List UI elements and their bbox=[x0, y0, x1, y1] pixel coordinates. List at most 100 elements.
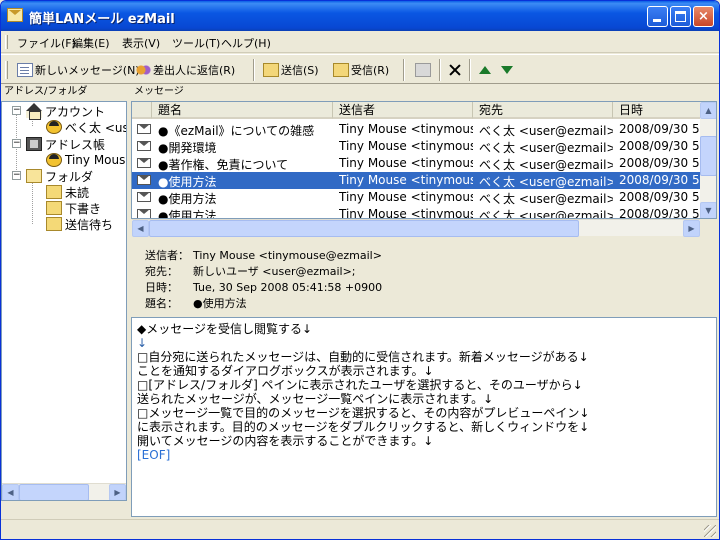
menu-help[interactable]: ヘルプ(H) bbox=[221, 35, 271, 51]
column-header-from[interactable]: 送信者 bbox=[333, 102, 473, 119]
tree-item-unread[interactable]: 未読 bbox=[46, 184, 89, 200]
tree-item-folders[interactable]: フォルダ bbox=[26, 168, 93, 184]
message-from: Tiny Mouse <tinymouse... bbox=[339, 156, 473, 170]
column-header-icon[interactable] bbox=[132, 102, 152, 119]
message-subject: ●開発環境 bbox=[158, 141, 217, 155]
menubar-grip[interactable] bbox=[5, 35, 8, 49]
body-line: □自分宛に送られたメッセージは、自動的に受信されます。新着メッセージがある↓ bbox=[137, 350, 589, 364]
message-body[interactable]: ◆メッセージを受信し閲覧する↓ ↓ □自分宛に送られたメッセージは、自動的に受信… bbox=[131, 317, 717, 517]
eof-marker: [EOF] bbox=[137, 448, 171, 462]
body-line: ↓ bbox=[137, 336, 148, 350]
message-row[interactable]: ●著作権、免責について Tiny Mouse <tinymouse... べく太… bbox=[132, 155, 700, 172]
receive-label: 受信(R) bbox=[351, 64, 390, 77]
copy-button[interactable] bbox=[415, 60, 433, 80]
body-line: □[アドレス/フォルダ] ペインに表示されたユーザを選択すると、そのユーザから↓ bbox=[137, 378, 583, 392]
move-up-button[interactable] bbox=[479, 60, 493, 80]
tree-item-outbox[interactable]: 送信待ち bbox=[46, 216, 113, 232]
tree-item-label: 下書き bbox=[65, 201, 102, 216]
menu-edit[interactable]: 編集(E) bbox=[72, 35, 110, 51]
message-to: べく太 <user@ezmail> bbox=[479, 141, 613, 155]
collapse-account-toggle[interactable]: − bbox=[12, 106, 21, 115]
collapse-address-book-toggle[interactable]: − bbox=[12, 139, 21, 148]
message-list-horizontal-scrollbar[interactable]: ◀ ▶ bbox=[132, 219, 700, 237]
status-bar bbox=[1, 519, 719, 539]
address-book-icon bbox=[26, 137, 42, 151]
tree-item-label: アカウント bbox=[45, 104, 106, 119]
toolbar-separator bbox=[439, 59, 441, 81]
message-from: Tiny Mouse <tinymouse... bbox=[339, 139, 473, 153]
message-subject: ●著作権、免責について bbox=[158, 158, 289, 172]
send-icon bbox=[263, 63, 279, 77]
tree-item-contact[interactable]: Tiny Mouse bbox=[46, 152, 126, 168]
message-subject: ●使用方法 bbox=[158, 175, 217, 189]
message-list-header: メッセージ bbox=[134, 86, 184, 97]
tree-item-account[interactable]: アカウント bbox=[26, 103, 106, 120]
new-message-icon bbox=[17, 63, 33, 77]
message-row[interactable]: ●開発環境 Tiny Mouse <tinymouse... べく太 <user… bbox=[132, 138, 700, 155]
folder-tree[interactable]: − アカウント べく太 <user − アドレス帳 Tiny Mouse − bbox=[1, 101, 127, 501]
message-list-vertical-scrollbar[interactable]: ▲ ▼ bbox=[700, 102, 716, 218]
body-line: 開いてメッセージの内容を表示することができます。↓ bbox=[137, 434, 434, 448]
scroll-right-icon[interactable]: ▶ bbox=[109, 484, 126, 500]
maximize-icon bbox=[675, 11, 686, 22]
title-bar[interactable]: 簡単LANメール ezMail × bbox=[1, 1, 719, 31]
minimize-button[interactable] bbox=[647, 6, 668, 27]
close-button[interactable]: × bbox=[693, 6, 714, 27]
envelope-icon bbox=[137, 158, 151, 168]
message-row[interactable]: ●使用方法 Tiny Mouse <tinymouse... べく太 <user… bbox=[132, 206, 700, 218]
message-row[interactable]: ●使用方法 Tiny Mouse <tinymouse... べく太 <user… bbox=[132, 189, 700, 206]
resize-grip-icon[interactable] bbox=[704, 525, 716, 537]
message-row[interactable]: ●《ezMail》についての雑感 Tiny Mouse <tinymouse..… bbox=[132, 121, 700, 138]
scrollbar-thumb[interactable] bbox=[700, 136, 716, 176]
toolbar-separator bbox=[253, 59, 255, 81]
new-message-button[interactable]: 新しいメッセージ(N) bbox=[17, 60, 140, 80]
message-to: べく太 <user@ezmail> bbox=[479, 175, 613, 189]
date-label: 日時： bbox=[145, 281, 178, 294]
message-date: 2008/09/30 5:43 bbox=[619, 122, 700, 136]
date-value: Tue, 30 Sep 2008 05:41:58 +0900 bbox=[193, 281, 383, 294]
scroll-up-icon[interactable]: ▲ bbox=[700, 102, 716, 119]
reply-button[interactable]: 差出人に返信(R) bbox=[135, 60, 235, 80]
menu-tools[interactable]: ツール(T) bbox=[172, 35, 220, 51]
message-list[interactable]: 題名 送信者 宛先 日時 ●《ezMail》についての雑感 Tiny Mouse… bbox=[131, 101, 717, 219]
menu-view[interactable]: 表示(V) bbox=[122, 35, 160, 51]
tree-horizontal-scrollbar[interactable]: ◀ ▶ bbox=[2, 483, 126, 500]
menu-file[interactable]: ファイル(F) bbox=[17, 35, 76, 51]
from-row: 送信者： Tiny Mouse <tinymouse@ezmail> bbox=[145, 247, 382, 262]
scrollbar-thumb[interactable] bbox=[19, 484, 89, 500]
tree-item-label: アドレス帳 bbox=[45, 137, 106, 152]
message-to: べく太 <user@ezmail> bbox=[479, 158, 613, 172]
tree-item-drafts[interactable]: 下書き bbox=[46, 200, 101, 216]
toolbar-grip[interactable] bbox=[5, 61, 8, 79]
scroll-left-icon[interactable]: ◀ bbox=[132, 220, 149, 237]
delete-button[interactable] bbox=[447, 60, 465, 80]
subject-label: 題名： bbox=[145, 297, 178, 310]
envelope-icon bbox=[137, 141, 151, 151]
scroll-left-icon[interactable]: ◀ bbox=[2, 484, 19, 500]
reply-label: 差出人に返信(R) bbox=[153, 64, 236, 77]
toolbar-separator bbox=[403, 59, 405, 81]
column-header-to[interactable]: 宛先 bbox=[473, 102, 613, 119]
tree-item-account-user[interactable]: べく太 <user bbox=[46, 119, 126, 135]
scrollbar-thumb[interactable] bbox=[149, 220, 579, 237]
scroll-right-icon[interactable]: ▶ bbox=[683, 220, 700, 237]
message-subject: ●使用方法 bbox=[158, 192, 217, 206]
message-row-selected[interactable]: ●使用方法 Tiny Mouse <tinymouse... べく太 <user… bbox=[132, 172, 700, 189]
message-from: Tiny Mouse <tinymouse... bbox=[339, 122, 473, 136]
tree-item-address-book[interactable]: アドレス帳 bbox=[26, 136, 105, 152]
message-subject: ●《ezMail》についての雑感 bbox=[158, 124, 315, 138]
folder-open-icon bbox=[26, 169, 42, 183]
to-value: 新しいユーザ <user@ezmail>; bbox=[193, 265, 356, 278]
column-header-subject[interactable]: 題名 bbox=[152, 102, 333, 119]
message-date: 2008/09/30 5:42 bbox=[619, 156, 700, 170]
body-line: ◆メッセージを受信し閲覧する↓ bbox=[137, 322, 313, 336]
message-from: Tiny Mouse <tinymouse... bbox=[339, 190, 473, 204]
move-down-button[interactable] bbox=[501, 60, 515, 80]
from-value: Tiny Mouse <tinymouse@ezmail> bbox=[193, 249, 382, 262]
send-button[interactable]: 送信(S) bbox=[263, 60, 319, 80]
receive-button[interactable]: 受信(R) bbox=[333, 60, 389, 80]
maximize-button[interactable] bbox=[670, 6, 691, 27]
arrow-down-icon bbox=[501, 66, 513, 74]
collapse-folders-toggle[interactable]: − bbox=[12, 171, 21, 180]
scroll-down-icon[interactable]: ▼ bbox=[700, 202, 716, 218]
